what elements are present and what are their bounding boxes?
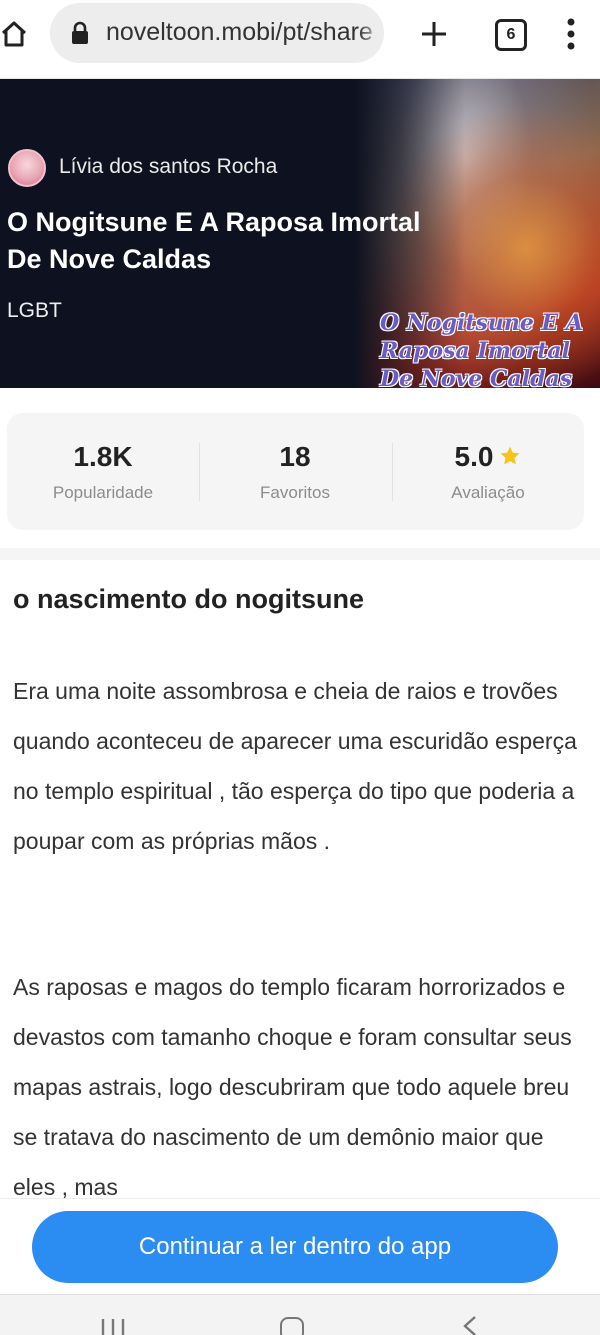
tab-count: 6 bbox=[506, 26, 516, 43]
chapter-title: o nascimento do nogitsune bbox=[13, 584, 365, 614]
book-title: O Nogitsune E A Raposa Imortal De Nove C… bbox=[7, 207, 421, 274]
lock-icon bbox=[72, 21, 88, 44]
section-separator bbox=[0, 548, 600, 560]
author-name: Lívia dos santos Rocha bbox=[59, 155, 278, 178]
book-hero: O Nogitsune E A Raposa Imortal De Nove C… bbox=[0, 79, 600, 388]
stat-value: 1.8K bbox=[73, 441, 133, 472]
url-text: noveltoon.mobi/pt/share bbox=[106, 18, 373, 46]
stat-popularity: 1.8K Popularidade bbox=[7, 413, 199, 530]
recents-icon[interactable] bbox=[100, 1317, 126, 1335]
stat-value: 5.0 bbox=[392, 441, 584, 473]
url-fade bbox=[358, 3, 384, 63]
stats-card: 1.8K Popularidade 18 Favoritos 5.0 Avali… bbox=[7, 413, 584, 530]
tabs-icon[interactable]: 6 bbox=[495, 19, 527, 51]
stat-label: Favoritos bbox=[260, 483, 330, 502]
address-bar[interactable]: noveltoon.mobi/pt/share bbox=[50, 3, 384, 63]
stat-rating: 5.0 Avaliação bbox=[392, 413, 584, 530]
chapter-paragraph: As raposas e magos do templo ficaram hor… bbox=[13, 974, 572, 1200]
stat-favorites: 18 Favoritos bbox=[199, 413, 391, 530]
stat-value: 18 bbox=[279, 441, 311, 472]
stat-label: Avaliação bbox=[451, 483, 525, 502]
star-icon bbox=[501, 446, 520, 465]
chapter-paragraph: Era uma noite assombrosa e cheia de raio… bbox=[13, 678, 577, 854]
browser-toolbar: noveltoon.mobi/pt/share 6 bbox=[0, 0, 600, 79]
nav-home-icon[interactable] bbox=[280, 1317, 304, 1335]
home-icon[interactable] bbox=[0, 20, 28, 48]
cta-bar: Continuar a ler dentro do app bbox=[0, 1198, 600, 1295]
system-nav-bar bbox=[0, 1294, 600, 1335]
back-icon[interactable] bbox=[462, 1315, 478, 1335]
genre-tag[interactable]: LGBT bbox=[7, 299, 62, 323]
stat-label: Popularidade bbox=[52, 483, 154, 502]
plus-icon[interactable] bbox=[420, 20, 448, 48]
more-vert-icon[interactable] bbox=[566, 18, 576, 50]
rating-value: 5.0 bbox=[454, 441, 494, 472]
avatar bbox=[8, 149, 46, 187]
cover-caption: O Nogitsune E A Raposa Imortal De Nove C… bbox=[380, 310, 584, 388]
continue-in-app-button[interactable]: Continuar a ler dentro do app bbox=[32, 1211, 558, 1283]
